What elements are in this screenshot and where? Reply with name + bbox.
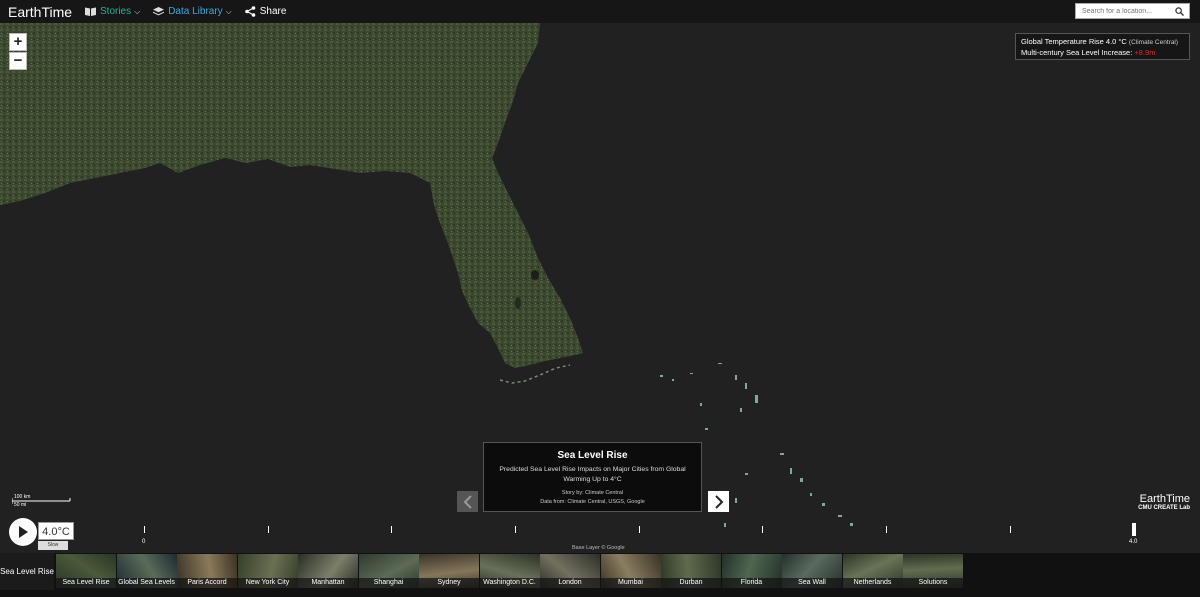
- story-thumbnail[interactable]: Solutions: [903, 554, 963, 588]
- stories-menu[interactable]: Stories ⌵: [85, 6, 140, 17]
- map-scale-bar: 100 km 50 mi: [12, 494, 72, 508]
- thumbnail-label: Netherlands: [842, 578, 903, 588]
- temperature-source: (Climate Central): [1128, 39, 1179, 46]
- story-thumbnail[interactable]: Manhattan: [298, 554, 358, 588]
- share-icon: [244, 6, 256, 17]
- current-story-label: Sea Level Rise: [0, 553, 54, 590]
- scale-mi: 50 mi: [14, 502, 27, 508]
- timeline-slider-handle[interactable]: [1132, 523, 1136, 536]
- story-thumbnail[interactable]: Shanghai: [358, 554, 419, 588]
- data-library-menu[interactable]: Data Library ⌵: [153, 6, 232, 17]
- story-subtitle: Predicted Sea Level Rise Impacts on Majo…: [499, 466, 686, 483]
- timeline-tick: [515, 526, 516, 533]
- story-card: Sea Level Rise Predicted Sea Level Rise …: [483, 442, 702, 512]
- current-temperature: 4.0°C: [38, 522, 74, 540]
- story-thumbnail[interactable]: Sydney: [419, 554, 479, 588]
- brand-title: EarthTime: [8, 3, 73, 20]
- play-icon: [19, 526, 28, 538]
- location-search: [1075, 3, 1190, 19]
- play-button[interactable]: [9, 518, 37, 546]
- thumbnail-label: Sea Wall: [782, 578, 842, 588]
- story-thumbnail[interactable]: Durban: [661, 554, 721, 588]
- stories-label: Stories: [100, 6, 132, 17]
- thumbnail-label: Sea Level Rise: [56, 578, 116, 588]
- story-thumbnail[interactable]: Sea Wall: [782, 554, 842, 588]
- search-input[interactable]: [1076, 4, 1172, 18]
- story-author: Story by: Climate Central: [561, 490, 624, 496]
- timeline-tick: [144, 526, 145, 533]
- sea-level-line: Multi-century Sea Level Increase: +8.9m: [1021, 48, 1184, 58]
- thumbnail-label: Paris Accord: [177, 578, 237, 588]
- sea-level-label: Multi-century Sea Level Increase:: [1021, 48, 1133, 57]
- layers-icon: [153, 6, 165, 17]
- timeline-tick: [886, 526, 887, 533]
- thumbnail-label: London: [540, 578, 600, 588]
- chevron-right-icon: [714, 494, 723, 509]
- thumbnail-label: Global Sea Levels: [116, 578, 177, 588]
- timeline: 4.0°C Slow 0 4.0 Base Layer © Google: [0, 513, 1200, 553]
- temperature-label: Global Temperature Rise 4.0 °C: [1021, 37, 1127, 46]
- book-icon: [85, 7, 96, 16]
- timeline-tick: [762, 526, 763, 533]
- zoom-out-button[interactable]: −: [9, 52, 27, 70]
- speed-toggle[interactable]: Slow: [38, 541, 68, 550]
- timeline-tick: [639, 526, 640, 533]
- temperature-info-panel: Global Temperature Rise 4.0 °C (Climate …: [1015, 33, 1190, 60]
- share-button[interactable]: Share: [244, 6, 287, 17]
- story-thumbnail[interactable]: Florida: [721, 554, 782, 588]
- map-view[interactable]: + − Global Temperature Rise 4.0 °C (Clim…: [0, 23, 1200, 553]
- temperature-line: Global Temperature Rise 4.0 °C (Climate …: [1021, 37, 1184, 48]
- chevron-down-icon: ⌵: [225, 6, 232, 16]
- story-thumbnail[interactable]: Sea Level Rise: [56, 554, 116, 588]
- chevron-down-icon: ⌵: [134, 6, 141, 16]
- timeline-min-label: 0: [142, 539, 146, 545]
- thumbnail-label: Durban: [661, 578, 721, 588]
- timeline-tick: [391, 526, 392, 533]
- thumbnail-label: Sydney: [419, 578, 479, 588]
- thumbnail-label: Shanghai: [358, 578, 419, 588]
- zoom-in-button[interactable]: +: [9, 33, 27, 51]
- timeline-tick: [1010, 526, 1011, 533]
- earthtime-app: EarthTime Stories ⌵ Data Library ⌵ Share: [0, 0, 1200, 597]
- chevron-left-icon: [463, 494, 472, 509]
- thumbnail-label: Florida: [721, 578, 782, 588]
- scale-km: 100 km: [14, 494, 31, 500]
- story-thumbnail[interactable]: Mumbai: [600, 554, 661, 588]
- thumbnail-label: New York City: [237, 578, 298, 588]
- thumbnail-label: Mumbai: [600, 578, 661, 588]
- sea-level-value: +8.9m: [1134, 48, 1156, 57]
- top-bar: EarthTime Stories ⌵ Data Library ⌵ Share: [0, 0, 1200, 23]
- next-slide-button[interactable]: [708, 491, 729, 512]
- story-data-source: Data from: Climate Central, USGS, Google: [540, 499, 645, 505]
- story-thumbnail[interactable]: London: [540, 554, 600, 588]
- story-title: Sea Level Rise: [557, 450, 628, 461]
- story-thumbnail[interactable]: Paris Accord: [177, 554, 237, 588]
- thumbnail-label: Washington D.C.: [479, 578, 540, 588]
- thumbnail-label: Solutions: [903, 578, 963, 588]
- earthtime-logo: EarthTime CMU CREATE Lab: [1138, 493, 1190, 511]
- logo-lab: CMU CREATE Lab: [1138, 505, 1190, 511]
- share-label: Share: [259, 6, 287, 17]
- story-thumbnail[interactable]: Netherlands: [842, 554, 903, 588]
- timeline-tick: [268, 526, 269, 533]
- timeline-max-label: 4.0: [1129, 539, 1138, 545]
- story-thumbnail[interactable]: Washington D.C.: [479, 554, 540, 588]
- story-thumbnail[interactable]: Global Sea Levels: [116, 554, 177, 588]
- logo-title: EarthTime: [1139, 493, 1190, 505]
- story-thumbnail[interactable]: New York City: [237, 554, 298, 588]
- base-layer-credit: Base Layer © Google: [572, 545, 625, 551]
- search-icon[interactable]: [1172, 6, 1186, 16]
- data-library-label: Data Library: [168, 6, 223, 17]
- story-thumbnail-strip: Sea Level Rise Sea Level Rise Global Sea …: [0, 553, 1200, 597]
- thumbnail-label: Manhattan: [298, 578, 358, 588]
- previous-slide-button[interactable]: [457, 491, 478, 512]
